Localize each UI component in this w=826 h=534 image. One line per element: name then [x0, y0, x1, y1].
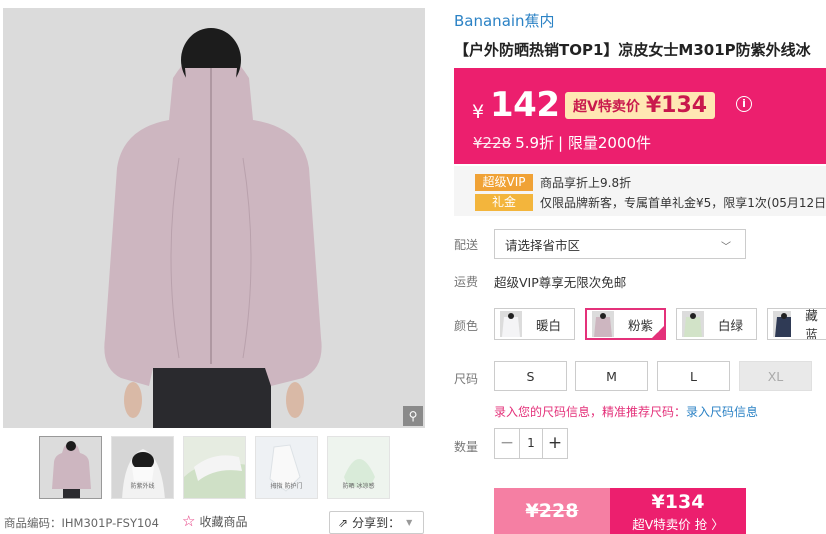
- color-option-name: 藏蓝: [805, 308, 818, 340]
- color-swatch: [592, 311, 614, 337]
- size-option-m[interactable]: M: [575, 361, 648, 391]
- thumbnail-2[interactable]: 防紫外线: [111, 436, 174, 499]
- color-swatch: [682, 311, 704, 337]
- address-select-value: 请选择省市区: [505, 237, 581, 253]
- quantity-label: 数量: [454, 440, 479, 454]
- quantity-minus-button[interactable]: −: [495, 429, 519, 458]
- favorite-label: 收藏商品: [199, 514, 248, 529]
- chevron-down-icon: ﹀: [721, 242, 731, 253]
- shipping-fee-label: 运费: [454, 275, 479, 289]
- shipping-fee-text: 超级VIP尊享无限次免邮: [494, 275, 627, 290]
- star-icon: ☆: [182, 512, 196, 530]
- chevron-down-icon: ▼: [406, 518, 413, 527]
- promotion-text: 仅限品牌新客，专属首单礼金¥5，限享1次(05月12日2: [540, 196, 826, 210]
- vip-button-price: ¥134: [651, 491, 705, 513]
- thumbnail-1[interactable]: [39, 436, 102, 499]
- info-icon[interactable]: i: [736, 96, 752, 112]
- color-option-name: 粉紫: [628, 317, 654, 333]
- color-option-name: 白绿: [718, 317, 744, 333]
- currency-symbol: ¥: [472, 101, 485, 123]
- color-option-warm-white[interactable]: 暖白: [494, 308, 575, 340]
- favorite-button[interactable]: ☆ 收藏商品: [182, 512, 247, 530]
- color-option-navy[interactable]: 藏蓝: [767, 308, 826, 340]
- vip-price-tag: 超V特卖价 ¥134: [565, 92, 716, 119]
- quantity-stepper: − 1 +: [494, 428, 568, 459]
- main-product-image[interactable]: ⚲: [3, 8, 425, 428]
- brand-link[interactable]: Bananain蕉内: [454, 10, 555, 31]
- selected-check-icon: ✓: [652, 326, 664, 338]
- limit-text: | 限量2000件: [558, 134, 652, 152]
- thumbnail-image: [184, 437, 245, 498]
- quantity-value[interactable]: 1: [519, 429, 543, 458]
- color-swatch: [500, 311, 522, 337]
- buy-normal-price-button[interactable]: ¥228: [494, 488, 610, 534]
- quantity-plus-button[interactable]: +: [543, 429, 567, 458]
- price-sub-line: ¥228 5.9折 | 限量2000件: [473, 132, 651, 153]
- color-swatch: [773, 311, 792, 337]
- vip-price-value: ¥134: [645, 93, 708, 118]
- thumbnail-4[interactable]: 拇指 防护门: [255, 436, 318, 499]
- magnifier-icon[interactable]: ⚲: [403, 406, 423, 426]
- discount-text: 5.9折: [515, 134, 555, 152]
- size-info-line: 录入您的尺码信息，精准推荐尺码：录入尺码信息: [494, 403, 758, 420]
- product-title: 【户外防晒热销TOP1】凉皮女士M301P防紫外线冰: [454, 41, 811, 59]
- color-option-white-green[interactable]: 白绿: [676, 308, 757, 340]
- size-info-link[interactable]: 录入尺码信息: [686, 405, 758, 419]
- promotion-row: 超级VIP 商品享折上9.8折: [475, 174, 631, 191]
- thumbnail-5[interactable]: 防晒 冰凉感: [327, 436, 390, 499]
- thumbnail-3[interactable]: [183, 436, 246, 499]
- shipping-label: 配送: [454, 238, 479, 252]
- original-price: ¥228: [473, 133, 512, 152]
- color-option-name: 暖白: [536, 317, 562, 333]
- address-select[interactable]: 请选择省市区 ﹀: [494, 229, 746, 259]
- promotion-text: 商品享折上9.8折: [540, 176, 632, 190]
- normal-price-label: ¥228: [525, 500, 579, 522]
- thumbnail-caption: 防晒 冰凉感: [342, 483, 375, 490]
- promotion-panel: 超级VIP 商品享折上9.8折 礼金 仅限品牌新客，专属首单礼金¥5，限享1次(…: [454, 166, 826, 216]
- share-icon: ⇗: [338, 515, 349, 530]
- buy-vip-price-button[interactable]: ¥134 超V特卖价 抢 〉: [610, 488, 746, 534]
- color-label: 颜色: [454, 319, 479, 333]
- promotion-tag: 礼金: [475, 194, 533, 211]
- current-price: 142: [490, 85, 560, 125]
- thumbnail-image: [40, 437, 101, 498]
- price-banner: ¥ 142 超V特卖价 ¥134 i ¥228 5.9折 | 限量2000件: [454, 68, 826, 164]
- thumbnail-caption: 拇指 防护门: [270, 483, 303, 490]
- color-option-pink-purple[interactable]: 粉紫 ✓: [585, 308, 666, 340]
- promotion-tag: 超级VIP: [475, 174, 533, 191]
- vip-button-label: 超V特卖价 抢 〉: [632, 517, 724, 532]
- share-label: 分享到：: [352, 516, 401, 530]
- vip-price-label: 超V特卖价: [573, 98, 640, 115]
- size-option-xl: XL: [739, 361, 812, 391]
- thumbnail-strip: 防紫外线 拇指 防护门 防晒 冰凉感: [39, 436, 390, 499]
- size-info-text: 录入您的尺码信息，精准推荐尺码：: [494, 405, 687, 419]
- thumbnail-caption: 防紫外线: [130, 483, 155, 490]
- promotion-row: 礼金 仅限品牌新客，专属首单礼金¥5，限享1次(05月12日2: [475, 194, 826, 211]
- product-code: 商品编码：IHM301P-FSY104: [4, 516, 159, 530]
- size-option-s[interactable]: S: [494, 361, 567, 391]
- share-button[interactable]: ⇗ 分享到： ▼: [329, 511, 424, 534]
- size-option-l[interactable]: L: [657, 361, 730, 391]
- size-label: 尺码: [454, 372, 479, 386]
- model-jacket-illustration: [3, 8, 425, 428]
